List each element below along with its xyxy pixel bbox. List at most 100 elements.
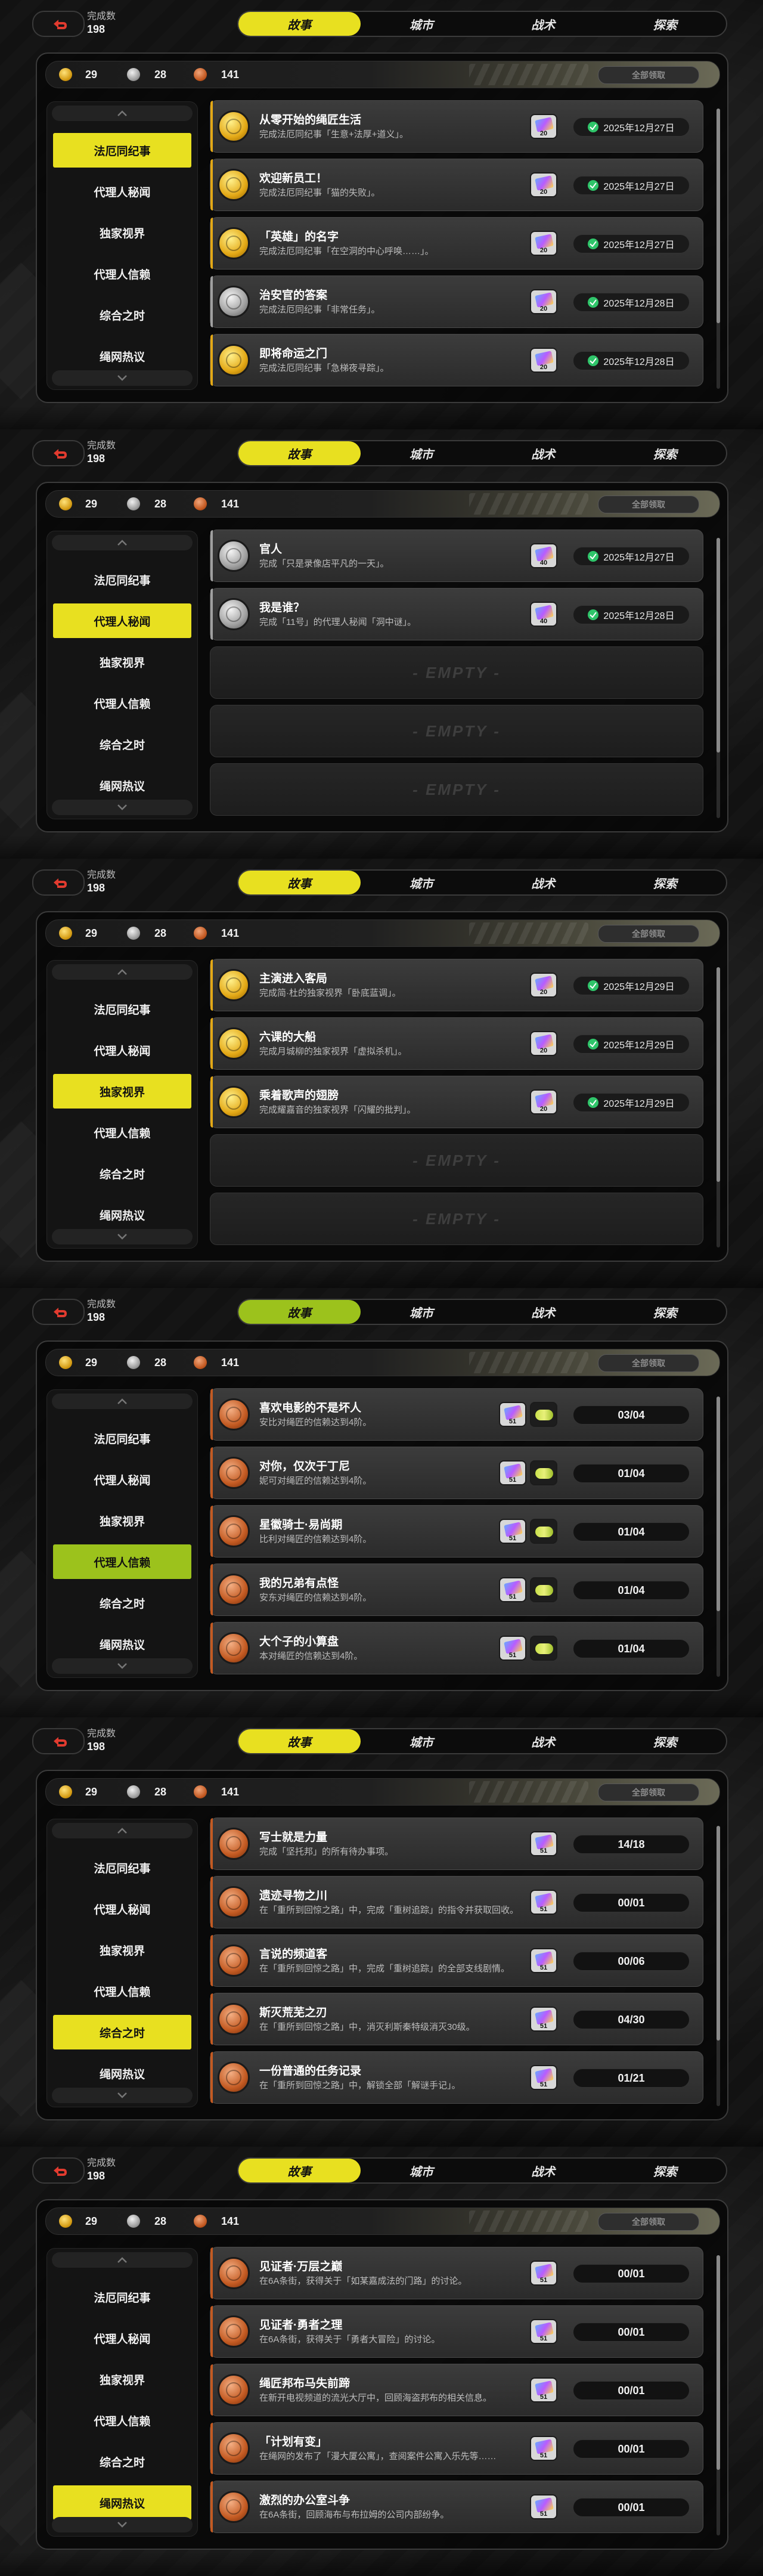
tab-city[interactable]: 城市	[361, 1729, 483, 1753]
list-scrollbar-thumb[interactable]	[717, 1826, 720, 2041]
tab-tactics[interactable]: 战术	[482, 1300, 604, 1324]
achievement-row[interactable]: 绳匠邦布马失前蹄 在新开电视频道的流光大厅中，回顾海盗邦布的相关信息。 51 00/0…	[210, 2364, 703, 2416]
sidebar-item-phaethon-chronicle[interactable]: 法厄同纪事	[53, 1850, 191, 1885]
claim-all-button[interactable]: 全部领取	[598, 2213, 699, 2231]
back-button[interactable]	[32, 1728, 85, 1754]
claim-all-button[interactable]: 全部领取	[598, 925, 699, 943]
claim-all-button[interactable]: 全部领取	[598, 496, 699, 513]
sidebar-item-agent-trust[interactable]: 代理人信赖	[53, 686, 191, 720]
sidebar-item-phaethon-chronicle[interactable]: 法厄同纪事	[53, 2280, 191, 2314]
back-button[interactable]	[32, 2157, 85, 2184]
sidebar-item-integrated-time[interactable]: 综合之时	[53, 1586, 191, 1620]
list-scrollbar[interactable]	[717, 967, 720, 1247]
achievement-row[interactable]: 官人 完成「只是录像店平凡的一天」。 40 2025年12月27日	[210, 530, 703, 582]
achievement-row[interactable]: 见证者·万层之巅 在6A条街，获得关于「如某嘉成法的门路」的讨论。 51 00/01	[210, 2247, 703, 2299]
back-button[interactable]	[32, 1299, 85, 1325]
tab-tactics[interactable]: 战术	[482, 1729, 604, 1753]
sidebar-item-agent-secrets[interactable]: 代理人秘闻	[53, 1891, 191, 1926]
achievement-row[interactable]: 见证者·勇者之理 在6A条街，获得关于「勇者大冒险」的讨论。 51 00/01	[210, 2305, 703, 2358]
achievement-row[interactable]: 欢迎新员工！ 完成法厄同纪事「猫的失败」。 20 2025年12月27日	[210, 159, 703, 211]
sidebar-item-agent-trust[interactable]: 代理人信赖	[53, 1544, 191, 1579]
sidebar-scroll-down[interactable]	[52, 800, 193, 815]
sidebar-item-phaethon-chronicle[interactable]: 法厄同纪事	[53, 1421, 191, 1456]
tab-tactics[interactable]: 战术	[482, 2159, 604, 2182]
achievement-row[interactable]: 言说的频道客 在「重所到回惊之路」中，完成「重树追踪」的全部支线剧情。 51 00/0…	[210, 1934, 703, 1987]
sidebar-scroll-down[interactable]	[52, 1658, 193, 1674]
achievement-row[interactable]: 「计划有变」 在绳网的发布了「漫大厦公寓」，查阅案件公寓入乐先等…… 51 00/01	[210, 2422, 703, 2475]
sidebar-item-agent-trust[interactable]: 代理人信赖	[53, 2403, 191, 2438]
sidebar-item-integrated-time[interactable]: 综合之时	[53, 727, 191, 761]
sidebar-item-phaethon-chronicle[interactable]: 法厄同纪事	[53, 133, 191, 168]
tab-explore[interactable]: 探索	[604, 1729, 727, 1753]
achievement-row[interactable]: 我的兄弟有点怪 安东对绳匠的信赖达到4阶。 51 01/04	[210, 1563, 703, 1616]
achievement-row[interactable]: 一份普通的任务记录 在「重所到回惊之路」中，解锁全部「解谜手记」。 51 01/21	[210, 2051, 703, 2104]
achievement-row[interactable]: 主演进入客局 完成简·杜的独家视界「卧底蓝调」。 20 2025年12月29日	[210, 959, 703, 1011]
list-scrollbar[interactable]	[717, 2255, 720, 2535]
sidebar-item-inter-knot-buzz[interactable]: 绳网热议	[53, 2056, 191, 2091]
sidebar-scroll-up[interactable]	[52, 106, 193, 121]
tab-city[interactable]: 城市	[361, 871, 483, 894]
sidebar-item-exclusive-view[interactable]: 独家视界	[53, 1074, 191, 1109]
achievement-row[interactable]: 写士就是力量 完成「坚托邦」的所有待办事项。 51 14/18	[210, 1818, 703, 1870]
sidebar-item-agent-trust[interactable]: 代理人信赖	[53, 1115, 191, 1150]
sidebar-item-agent-secrets[interactable]: 代理人秘闻	[53, 174, 191, 209]
sidebar-item-agent-secrets[interactable]: 代理人秘闻	[53, 2321, 191, 2355]
sidebar-scroll-up[interactable]	[52, 1394, 193, 1409]
sidebar-item-integrated-time[interactable]: 综合之时	[53, 298, 191, 332]
achievement-row[interactable]: 大个子的小算盘 本对绳匠的信赖达到4阶。 51 01/04	[210, 1622, 703, 1674]
tab-explore[interactable]: 探索	[604, 441, 727, 465]
sidebar-scroll-down[interactable]	[52, 2517, 193, 2532]
claim-all-button[interactable]: 全部领取	[598, 66, 699, 84]
claim-all-button[interactable]: 全部领取	[598, 1354, 699, 1372]
list-scrollbar-thumb[interactable]	[717, 967, 720, 1182]
sidebar-item-inter-knot-buzz[interactable]: 绳网热议	[53, 339, 191, 373]
tab-story[interactable]: 故事	[238, 1729, 361, 1753]
list-scrollbar[interactable]	[717, 538, 720, 818]
back-button[interactable]	[32, 440, 85, 466]
tab-story[interactable]: 故事	[238, 871, 361, 894]
achievement-row[interactable]: 喜欢电影的不是坏人 安比对绳匠的信赖达到4阶。 51 03/04	[210, 1388, 703, 1441]
tab-city[interactable]: 城市	[361, 441, 483, 465]
sidebar-item-agent-trust[interactable]: 代理人信赖	[53, 256, 191, 291]
sidebar-item-exclusive-view[interactable]: 独家视界	[53, 2362, 191, 2397]
sidebar-item-integrated-time[interactable]: 综合之时	[53, 2444, 191, 2479]
sidebar-item-inter-knot-buzz[interactable]: 绳网热议	[53, 1197, 191, 1232]
tab-tactics[interactable]: 战术	[482, 441, 604, 465]
sidebar-scroll-up[interactable]	[52, 535, 193, 550]
achievement-row[interactable]: 从零开始的绳匠生活 完成法厄同纪事「生意+法厚+道义」。 20 2025年12月27日	[210, 100, 703, 153]
back-button[interactable]	[32, 11, 85, 37]
sidebar-item-agent-secrets[interactable]: 代理人秘闻	[53, 1033, 191, 1067]
achievement-row[interactable]: 「英雄」的名字 完成法厄同纪事「在空洞的中心呼唤……」。 20 2025年12月27日	[210, 217, 703, 270]
sidebar-item-integrated-time[interactable]: 综合之时	[53, 1156, 191, 1191]
tab-tactics[interactable]: 战术	[482, 871, 604, 894]
sidebar-item-inter-knot-buzz[interactable]: 绳网热议	[53, 768, 191, 803]
tab-story[interactable]: 故事	[238, 12, 361, 36]
achievement-row[interactable]: 斯灭荒芜之刃 在「重所到回惊之路」中，消灭利斯秦特级消灭30级。 51 04/30	[210, 1993, 703, 2045]
achievement-row[interactable]: 星徽骑士·易尚期 比利对绳匠的信赖达到4阶。 51 01/04	[210, 1505, 703, 1558]
sidebar-item-integrated-time[interactable]: 综合之时	[53, 2015, 191, 2049]
back-button[interactable]	[32, 869, 85, 896]
list-scrollbar-thumb[interactable]	[717, 538, 720, 753]
sidebar-item-phaethon-chronicle[interactable]: 法厄同纪事	[53, 562, 191, 597]
sidebar-scroll-up[interactable]	[52, 2252, 193, 2268]
achievement-row[interactable]: 遗迹寻物之川 在「重所到回惊之路」中，完成「重树追踪」的指令并获取回收。 51 00/…	[210, 1876, 703, 1928]
achievement-row[interactable]: 对你，仅次于丁尼 妮可对绳匠的信赖达到4阶。 51 01/04	[210, 1447, 703, 1499]
sidebar-item-exclusive-view[interactable]: 独家视界	[53, 1933, 191, 1967]
tab-city[interactable]: 城市	[361, 1300, 483, 1324]
sidebar-scroll-up[interactable]	[52, 964, 193, 980]
sidebar-item-inter-knot-buzz[interactable]: 绳网热议	[53, 1627, 191, 1661]
list-scrollbar-thumb[interactable]	[717, 109, 720, 323]
sidebar-item-agent-trust[interactable]: 代理人信赖	[53, 1974, 191, 2008]
list-scrollbar-thumb[interactable]	[717, 2255, 720, 2470]
tab-story[interactable]: 故事	[238, 2159, 361, 2182]
sidebar-item-phaethon-chronicle[interactable]: 法厄同纪事	[53, 992, 191, 1026]
tab-city[interactable]: 城市	[361, 12, 483, 36]
sidebar-item-exclusive-view[interactable]: 独家视界	[53, 215, 191, 250]
list-scrollbar[interactable]	[717, 1826, 720, 2106]
list-scrollbar[interactable]	[717, 109, 720, 389]
sidebar-item-exclusive-view[interactable]: 独家视界	[53, 645, 191, 679]
sidebar-item-agent-secrets[interactable]: 代理人秘闻	[53, 603, 191, 638]
achievement-row[interactable]: 六课的大船 完成月城柳的独家视界「虚拟杀机」。 20 2025年12月29日	[210, 1017, 703, 1070]
achievement-row[interactable]: 激烈的办公室斗争 在6A条街，回顾海布与布拉姆的公司内部纷争。 51 00/01	[210, 2481, 703, 2533]
tab-explore[interactable]: 探索	[604, 1300, 727, 1324]
